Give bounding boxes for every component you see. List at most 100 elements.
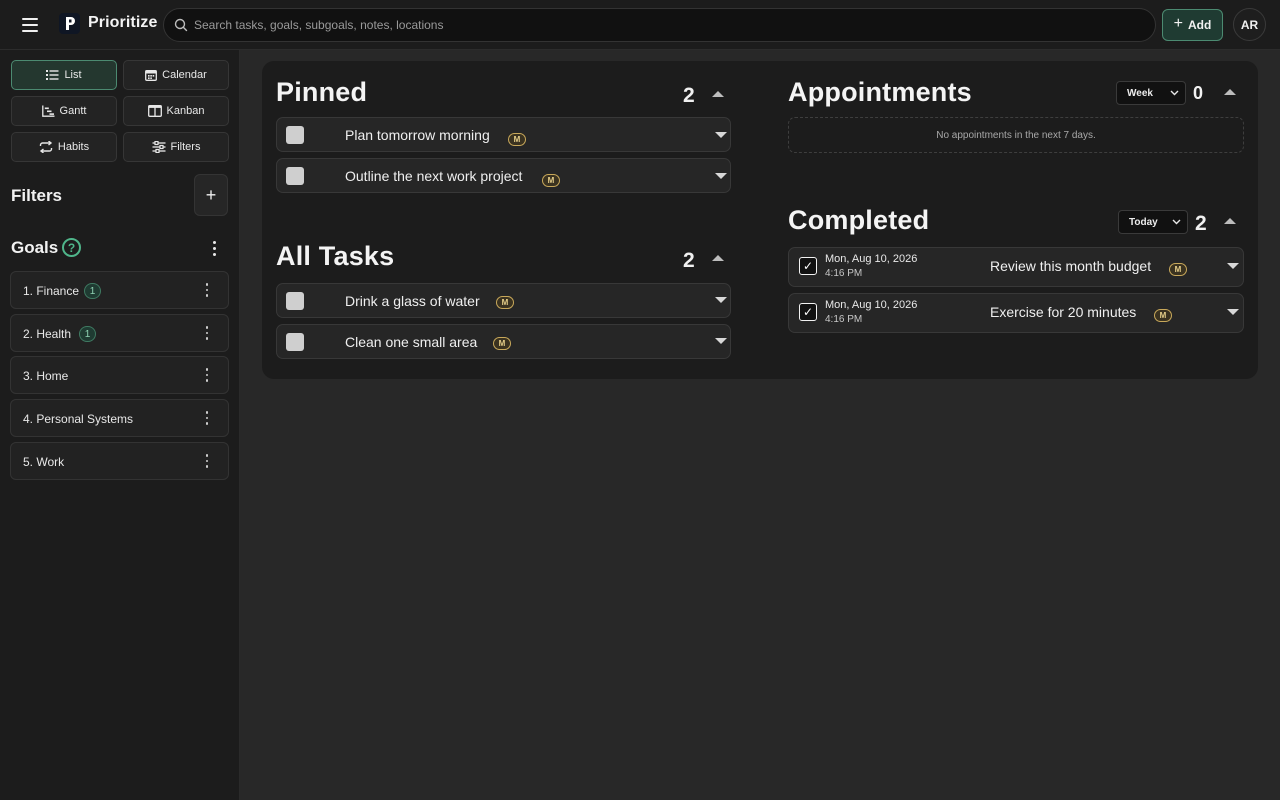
task-title: Drink a glass of water [345, 293, 480, 309]
appointments-range-select[interactable]: Week [1116, 81, 1186, 105]
list-icon [46, 70, 59, 80]
task-title: Clean one small area [345, 334, 478, 350]
view-filters-button[interactable]: Filters [123, 132, 229, 162]
completed-range-value: Today [1129, 216, 1158, 228]
appointments-empty: No appointments in the next 7 days. [788, 117, 1244, 153]
add-filter-button[interactable]: + [194, 174, 228, 216]
view-kanban-button[interactable]: Kanban [123, 96, 229, 126]
view-kanban-label: Kanban [166, 105, 205, 117]
goal-label: 4. Personal Systems [23, 412, 134, 426]
help-icon[interactable]: ? [62, 238, 81, 257]
gantt-icon [41, 105, 55, 117]
task-title: Review this month budget [990, 258, 1152, 274]
goals-more-icon[interactable] [206, 238, 222, 258]
sidebar: List Calendar Gantt Kanban Habits Filter… [0, 50, 240, 800]
top-bar: Prioritize + Add AR [0, 0, 1280, 50]
plus-icon: + [1173, 15, 1183, 32]
goal-item-finance[interactable]: 1. Finance 1 [10, 271, 229, 309]
all-tasks-count: 2 [683, 249, 695, 272]
pinned-count: 2 [683, 84, 695, 107]
goal-more-icon[interactable] [201, 409, 213, 427]
task-checkbox[interactable] [286, 167, 304, 185]
goal-more-icon[interactable] [201, 324, 213, 342]
priority-badge: M [1154, 309, 1172, 322]
task-row[interactable]: Outline the next work project M [276, 158, 731, 193]
task-row[interactable]: Drink a glass of water M [276, 283, 731, 318]
goal-item-home[interactable]: 3. Home [10, 356, 229, 394]
completed-range-select[interactable]: Today [1118, 210, 1188, 234]
task-checkbox[interactable] [286, 126, 304, 144]
expand-icon[interactable] [1227, 263, 1239, 269]
all-tasks-collapse-icon[interactable] [712, 255, 724, 261]
view-list-button[interactable]: List [11, 60, 117, 90]
task-row[interactable]: Clean one small area M [276, 324, 731, 359]
app-logo-icon [59, 13, 80, 34]
search-input[interactable] [194, 9, 1144, 41]
goal-item-work[interactable]: 5. Work [10, 442, 229, 480]
appointments-count: 0 [1193, 83, 1204, 103]
pinned-collapse-icon[interactable] [712, 91, 724, 97]
completed-checkbox[interactable]: ✓ [799, 303, 817, 321]
completed-time: 4:16 PM [825, 314, 863, 325]
priority-badge: M [493, 337, 511, 350]
expand-icon[interactable] [715, 297, 727, 303]
expand-icon[interactable] [715, 132, 727, 138]
app-title: Prioritize [88, 14, 158, 31]
goal-label: 3. Home [23, 369, 69, 383]
completed-task-row[interactable]: ✓ Mon, Aug 10, 2026 4:16 PM Exercise for… [788, 293, 1244, 333]
expand-icon[interactable] [715, 338, 727, 344]
view-gantt-button[interactable]: Gantt [11, 96, 117, 126]
priority-badge: M [496, 296, 514, 309]
all-tasks-title: All Tasks [276, 241, 395, 271]
completed-collapse-icon[interactable] [1224, 218, 1236, 224]
completed-date: Mon, Aug 10, 2026 [825, 299, 918, 311]
repeat-icon [39, 141, 53, 153]
search-icon [174, 18, 188, 32]
view-calendar-button[interactable]: Calendar [123, 60, 229, 90]
goal-count-badge: 1 [79, 326, 96, 342]
goal-more-icon[interactable] [201, 366, 213, 384]
add-button[interactable]: + Add [1162, 9, 1223, 41]
priority-badge: M [1169, 263, 1187, 276]
completed-count: 2 [1195, 212, 1207, 235]
appointments-title: Appointments [788, 77, 972, 107]
completed-task-row[interactable]: ✓ Mon, Aug 10, 2026 4:16 PM Review this … [788, 247, 1244, 287]
goal-more-icon[interactable] [201, 452, 213, 470]
task-row[interactable]: Plan tomorrow morning M [276, 117, 731, 152]
appointments-collapse-icon[interactable] [1224, 89, 1236, 95]
goal-more-icon[interactable] [201, 281, 213, 299]
priority-badge: M [508, 133, 526, 146]
goal-label: 5. Work [23, 455, 65, 469]
task-title: Outline the next work project [345, 168, 523, 184]
sliders-icon [152, 141, 166, 153]
completed-checkbox[interactable]: ✓ [799, 257, 817, 275]
chevron-down-icon [1172, 219, 1181, 225]
goal-item-personal-systems[interactable]: 4. Personal Systems [10, 399, 229, 437]
goal-count-badge: 1 [84, 283, 101, 299]
view-habits-button[interactable]: Habits [11, 132, 117, 162]
kanban-icon [147, 105, 162, 117]
task-title: Exercise for 20 minutes [990, 304, 1137, 320]
filters-title: Filters [11, 186, 63, 205]
expand-icon[interactable] [1227, 309, 1239, 315]
completed-title: Completed [788, 205, 930, 235]
goal-item-health[interactable]: 2. Health 1 [10, 314, 229, 352]
calendar-icon [145, 70, 158, 81]
task-checkbox[interactable] [286, 292, 304, 310]
menu-icon[interactable] [19, 14, 41, 36]
pinned-title: Pinned [276, 77, 368, 107]
completed-date: Mon, Aug 10, 2026 [825, 253, 918, 265]
avatar[interactable]: AR [1233, 8, 1266, 41]
view-habits-label: Habits [57, 141, 90, 153]
search-bar[interactable] [163, 8, 1156, 42]
goals-title: Goals [11, 238, 59, 257]
task-title: Plan tomorrow morning [345, 127, 490, 143]
add-button-label: Add [1188, 18, 1212, 32]
view-gantt-label: Gantt [59, 105, 87, 117]
view-calendar-label: Calendar [162, 69, 207, 81]
priority-badge: M [542, 174, 560, 187]
task-checkbox[interactable] [286, 333, 304, 351]
expand-icon[interactable] [715, 173, 727, 179]
goal-label: 2. Health [23, 327, 72, 341]
appointments-range-value: Week [1127, 87, 1153, 99]
